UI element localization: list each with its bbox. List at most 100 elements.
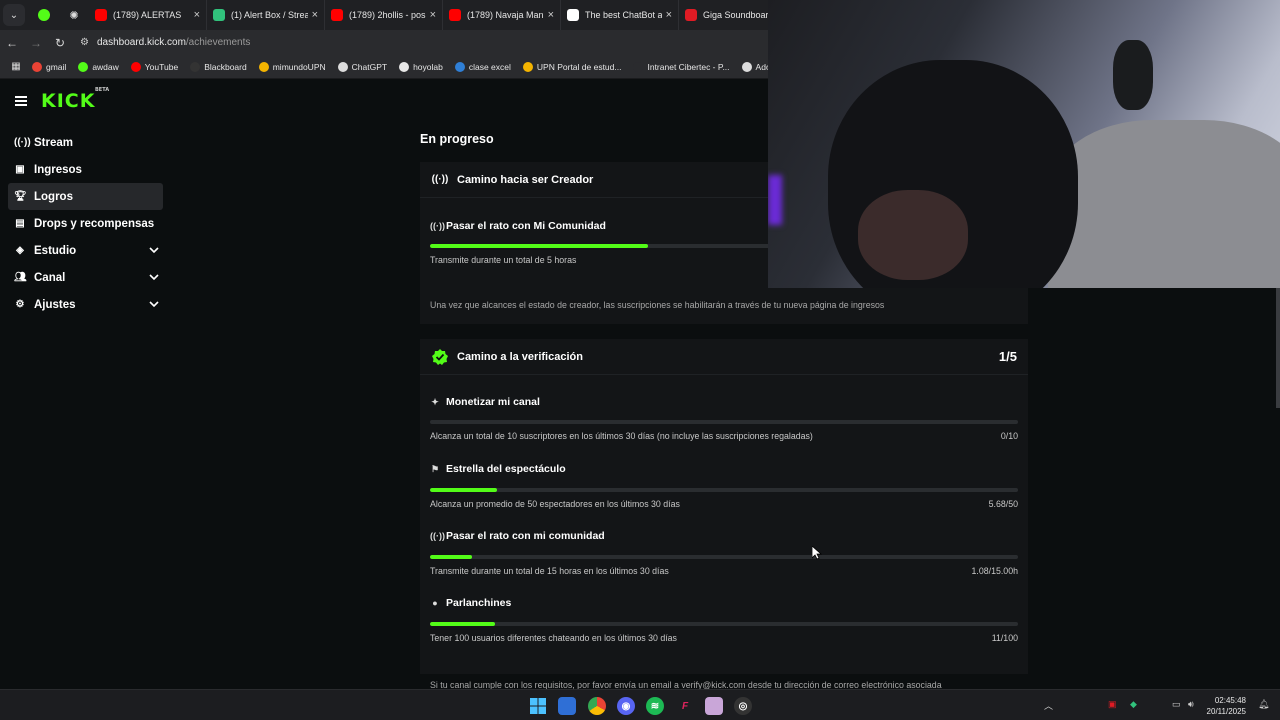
progress-bar bbox=[430, 555, 1018, 559]
bookmark-item[interactable]: awdaw bbox=[78, 61, 119, 72]
network-icon[interactable]: ▭ bbox=[1172, 699, 1181, 710]
sparkle-icon: ✦ bbox=[431, 396, 439, 407]
sidebar-item-ingresos[interactable]: ▣ Ingresos bbox=[8, 156, 163, 183]
close-icon[interactable]: × bbox=[666, 9, 672, 21]
apps-grid-icon[interactable]: ▦ bbox=[0, 61, 32, 72]
task-value: 0/10 bbox=[1000, 431, 1018, 441]
file-explorer-icon[interactable] bbox=[558, 697, 576, 715]
app-f-icon[interactable]: F bbox=[676, 697, 694, 715]
gift-icon: ▤ bbox=[15, 218, 25, 229]
tab-favicon-icon bbox=[331, 9, 343, 21]
chevron-down-icon[interactable] bbox=[149, 299, 159, 309]
bookmark-favicon-icon bbox=[190, 61, 201, 72]
sidebar-item-logros[interactable]: 🏆︎ Logros bbox=[8, 183, 163, 210]
forward-button[interactable]: → bbox=[24, 30, 48, 55]
bookmark-item[interactable]: ChatGPT bbox=[337, 61, 387, 72]
browser-tab[interactable]: (1789) 2hollis - pos × bbox=[325, 0, 443, 30]
bookmark-favicon-icon bbox=[741, 61, 752, 72]
bookmark-item[interactable]: gmail bbox=[32, 61, 66, 72]
bookmark-item[interactable]: YouTube bbox=[130, 61, 178, 72]
task-chatters: ● Parlanchines Tener 100 usuarios difere… bbox=[430, 596, 1018, 646]
sidebar-item-estudio[interactable]: ◈ Estudio bbox=[8, 237, 163, 264]
bookmark-favicon-icon bbox=[78, 61, 89, 72]
pinned-tab-kick[interactable] bbox=[29, 0, 59, 30]
task-value: 1.08/15.00h bbox=[971, 566, 1018, 576]
tab-search-button[interactable]: ⌄ bbox=[3, 4, 25, 26]
tab-title: The best ChatBot a bbox=[585, 10, 662, 20]
discord-icon[interactable]: ◉ bbox=[617, 697, 635, 715]
chevron-down-icon[interactable] bbox=[149, 245, 159, 255]
sidebar-item-label: Ajustes bbox=[34, 298, 76, 311]
spotify-icon[interactable]: ≋ bbox=[646, 697, 664, 715]
sidebar-item-label: Logros bbox=[34, 190, 73, 203]
page-scrollbar[interactable] bbox=[1276, 288, 1280, 408]
url-field[interactable]: ⚙ dashboard.kick.com/achievements bbox=[80, 37, 250, 48]
sidebar-item-drops[interactable]: ▤ Drops y recompensas bbox=[8, 210, 163, 237]
section-title: En progreso bbox=[420, 132, 494, 146]
close-icon[interactable]: × bbox=[194, 9, 200, 21]
progress-fill bbox=[430, 488, 498, 492]
sidebar-item-ajustes[interactable]: ⚙ Ajustes bbox=[8, 291, 163, 318]
task-title: ✦ Monetizar mi canal bbox=[431, 396, 540, 408]
bookmark-item[interactable]: mimundoUPN bbox=[258, 61, 326, 72]
close-icon[interactable]: × bbox=[312, 9, 318, 21]
bookmark-favicon-icon bbox=[130, 61, 141, 72]
bookmark-favicon-icon bbox=[399, 61, 410, 72]
kick-logo[interactable]: KICK BETA bbox=[41, 87, 109, 112]
tray-app-icon[interactable]: ▣ bbox=[1108, 699, 1117, 710]
url-host: dashboard.kick.com bbox=[96, 37, 186, 48]
sidebar-nav: ((·)) Stream ▣ Ingresos 🏆︎ Logros ▤ Drop… bbox=[8, 129, 163, 318]
bookmark-label: UPN Portal de estud... bbox=[536, 61, 622, 72]
cam-face-shape bbox=[858, 190, 968, 280]
browser-tab[interactable]: (1789) ALERTAS × bbox=[89, 0, 207, 30]
app-game-icon[interactable] bbox=[705, 697, 723, 715]
close-icon[interactable]: × bbox=[430, 9, 436, 21]
browser-tab[interactable]: (1) Alert Box / Strea × bbox=[207, 0, 325, 30]
trophy-icon: 🏆︎ bbox=[14, 191, 27, 202]
chat-bubble-icon: ● bbox=[432, 598, 438, 608]
volume-icon[interactable]: 🔊︎ bbox=[1188, 699, 1194, 710]
notification-bell-icon[interactable]: 🔔︎ bbox=[1258, 699, 1269, 710]
sidebar-item-stream[interactable]: ((·)) Stream bbox=[8, 129, 163, 156]
tray-chevron-icon[interactable]: ︿ bbox=[1044, 699, 1053, 712]
progress-fill bbox=[430, 555, 473, 559]
close-icon[interactable]: × bbox=[548, 9, 554, 21]
bookmark-item[interactable]: Intranet Cibertec - P... bbox=[633, 61, 730, 72]
task-hangout: ((·)) Pasar el rato con mi comunidad Tra… bbox=[430, 529, 1018, 579]
obs-icon[interactable]: ◎ bbox=[734, 697, 752, 715]
gear-icon: ⚙ bbox=[15, 299, 25, 310]
pinned-tab-openai[interactable]: ✺ bbox=[59, 0, 89, 30]
webcam-overlay bbox=[768, 0, 1280, 288]
url-path: /achievements bbox=[185, 37, 251, 48]
verification-card-header[interactable]: Camino a la verificación 1/5 bbox=[420, 339, 1028, 375]
tab-favicon-icon bbox=[449, 9, 461, 21]
browser-tab[interactable]: The best ChatBot a × bbox=[561, 0, 679, 30]
tab-favicon-icon bbox=[685, 9, 697, 21]
mouse-cursor-icon bbox=[812, 546, 822, 560]
windows-start-icon[interactable] bbox=[529, 697, 547, 715]
layers-icon: ◈ bbox=[16, 245, 24, 256]
browser-tab[interactable]: (1789) Navaja Man × bbox=[443, 0, 561, 30]
broadcast-icon: ((·)) bbox=[430, 531, 445, 541]
bookmark-favicon-icon bbox=[337, 61, 348, 72]
chrome-icon[interactable] bbox=[588, 697, 606, 715]
site-info-icon[interactable]: ⚙ bbox=[80, 37, 89, 48]
bookmark-item[interactable]: hoyolab bbox=[399, 61, 443, 72]
tab-title: (1789) 2hollis - pos bbox=[349, 10, 426, 20]
sidebar-item-canal[interactable]: 👥︎ Canal bbox=[8, 264, 163, 291]
dashboard-header: KICK BETA bbox=[0, 80, 768, 122]
bookmark-label: awdaw bbox=[92, 61, 119, 72]
tray-app-icon[interactable]: ◆ bbox=[1130, 699, 1137, 710]
chevron-down-icon[interactable] bbox=[149, 272, 159, 282]
bookmark-item[interactable]: UPN Portal de estud... bbox=[522, 61, 622, 72]
tab-title: (1789) ALERTAS bbox=[113, 10, 182, 20]
clock-time: 02:45:48 bbox=[1214, 696, 1246, 705]
sidebar-item-label: Drops y recompensas bbox=[34, 217, 155, 230]
clock[interactable]: 02:45:48 20/11/2025 bbox=[1207, 695, 1246, 717]
menu-icon[interactable] bbox=[15, 96, 27, 106]
verified-badge-icon bbox=[431, 348, 449, 366]
bookmark-item[interactable]: Blackboard bbox=[190, 61, 247, 72]
back-button[interactable]: ← bbox=[0, 30, 24, 55]
bookmark-item[interactable]: clase excel bbox=[454, 61, 511, 72]
reload-button[interactable]: ↻ bbox=[48, 30, 72, 55]
